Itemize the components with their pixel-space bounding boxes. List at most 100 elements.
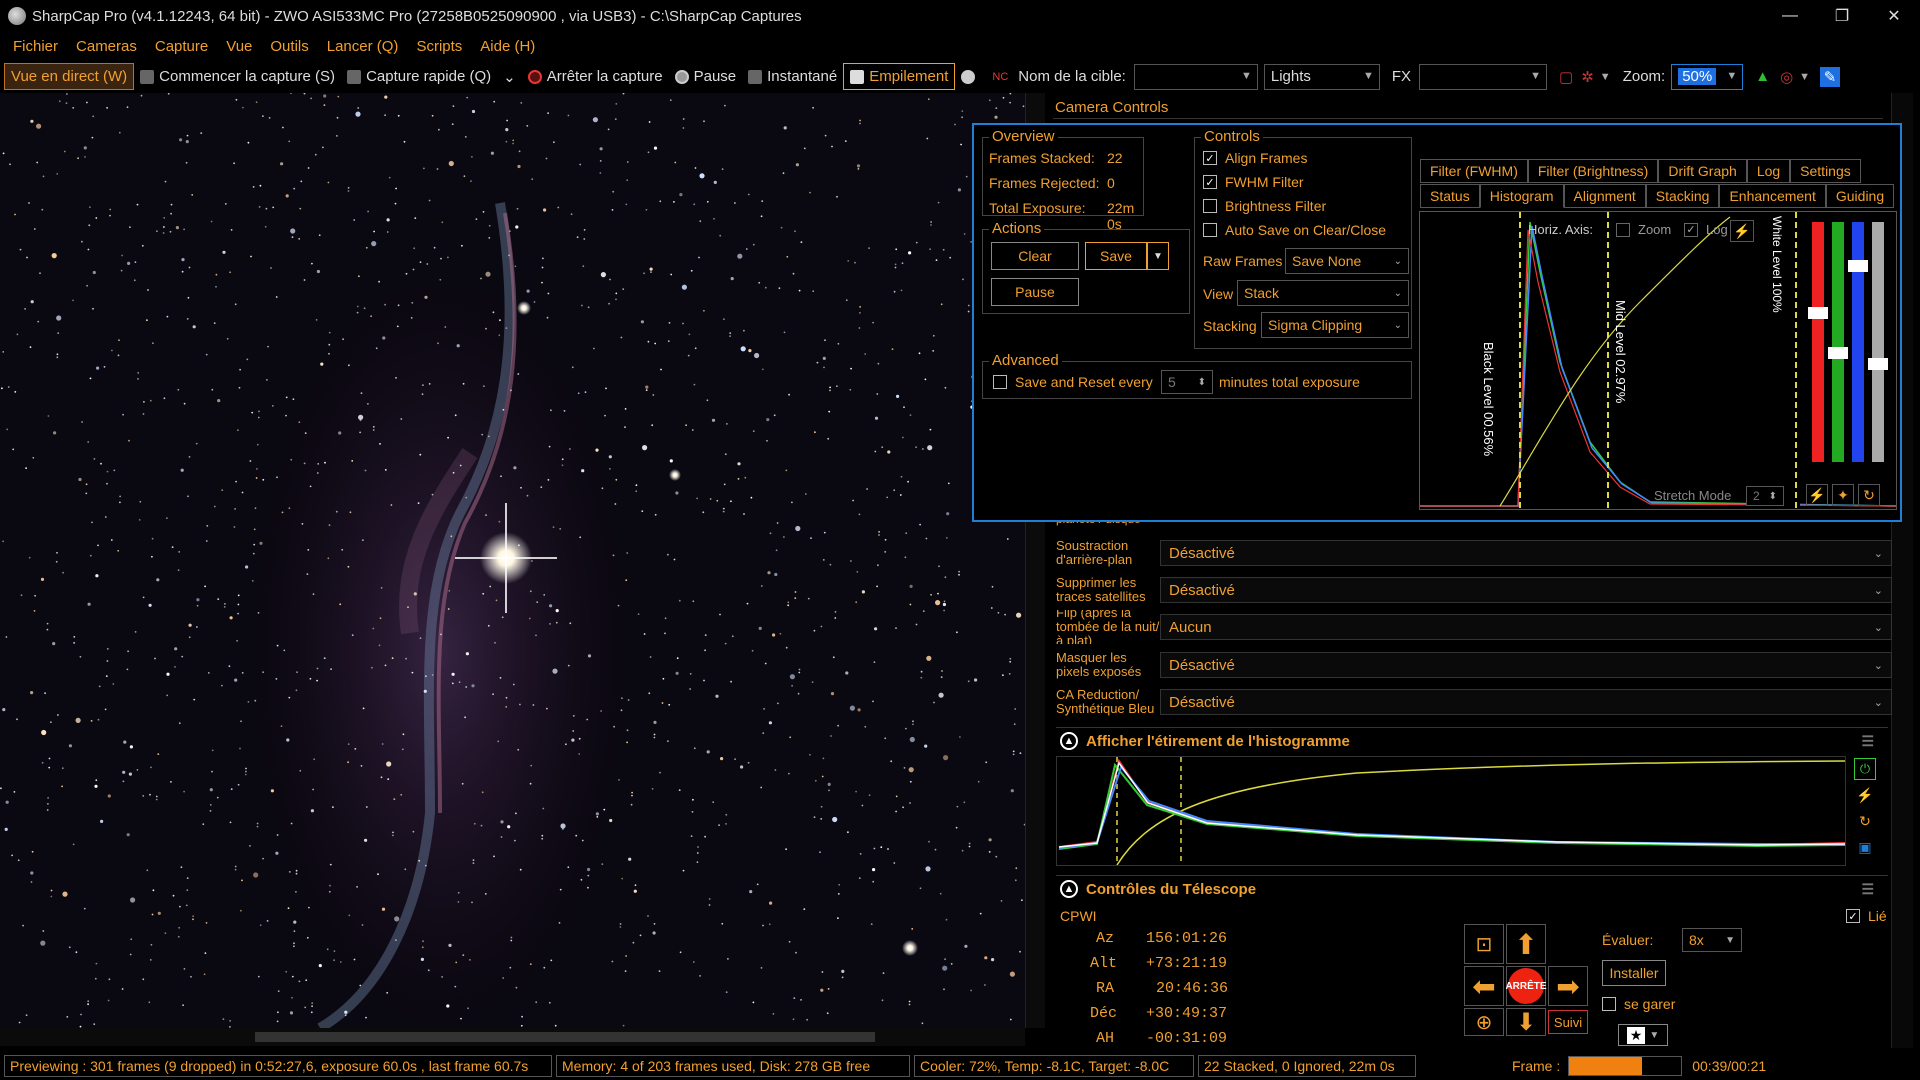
- snapshot-button[interactable]: Instantané: [742, 63, 843, 90]
- brightness-filter-checkbox[interactable]: Brightness Filter: [1203, 198, 1326, 214]
- stacking-histogram[interactable]: Horiz. Axis: Zoom ✓ Log ⚡ Black Level 00.…: [1419, 211, 1897, 510]
- pause-button[interactable]: Pause: [669, 63, 743, 90]
- menu-vue[interactable]: Vue: [217, 38, 261, 55]
- spinner-icon[interactable]: ⬍: [1198, 377, 1206, 388]
- chevron-up-icon[interactable]: ▲: [1060, 880, 1078, 898]
- viewer-horizontal-scrollbar[interactable]: [0, 1028, 1025, 1046]
- log-checkbox[interactable]: ✓ Log: [1684, 222, 1728, 237]
- chevron-up-icon[interactable]: ▲: [1060, 732, 1078, 750]
- quick-capture-dropdown[interactable]: ⌄: [497, 63, 522, 90]
- menu-lancer[interactable]: Lancer (Q): [318, 38, 408, 55]
- chevron-down-icon[interactable]: ▼: [1600, 71, 1611, 83]
- flat-flip-select[interactable]: Aucun ⌄: [1160, 614, 1892, 640]
- fx-combo[interactable]: ▼: [1419, 63, 1548, 90]
- zoom-combo[interactable]: 50% ▼: [1671, 63, 1744, 90]
- chevron-down-icon[interactable]: ▼: [1799, 71, 1810, 83]
- stop-button[interactable]: ARRÊTE: [1505, 966, 1547, 1006]
- lightning-icon[interactable]: ⚡: [1806, 484, 1828, 506]
- reticle-icon[interactable]: ✲: [1581, 68, 1594, 86]
- focus-icon[interactable]: ◎: [1780, 68, 1793, 86]
- stretch-mode-input[interactable]: 2 ⬍: [1746, 486, 1784, 506]
- raw-frames-select[interactable]: Save None ⌄: [1285, 248, 1409, 274]
- live-view-button[interactable]: Vue en direct (W): [4, 63, 135, 90]
- tab-filter-fwhm[interactable]: Filter (FWHM): [1420, 159, 1528, 183]
- blue-slider-handle[interactable]: [1848, 260, 1868, 272]
- menu-outils[interactable]: Outils: [261, 38, 317, 55]
- histogram-icon[interactable]: ▲: [1755, 68, 1770, 85]
- star-select-button[interactable]: ★ ▼: [1618, 1024, 1668, 1046]
- save-button[interactable]: Save: [1085, 242, 1147, 270]
- tab-stacking[interactable]: Stacking: [1645, 184, 1720, 208]
- menu-cameras[interactable]: Cameras: [67, 38, 146, 55]
- save-reset-checkbox[interactable]: Save and Reset every: [993, 374, 1153, 390]
- quick-capture-button[interactable]: Capture rapide (Q): [341, 63, 497, 90]
- luma-slider-handle[interactable]: [1868, 358, 1888, 370]
- record-button[interactable]: [955, 63, 986, 90]
- close-button[interactable]: ✕: [1868, 0, 1920, 32]
- scrollbar-thumb[interactable]: [255, 1032, 875, 1042]
- menu-scripts[interactable]: Scripts: [407, 38, 471, 55]
- spinner-icon[interactable]: ⬍: [1769, 491, 1777, 502]
- satellite-trails-select[interactable]: Désactivé ⌄: [1160, 577, 1892, 603]
- move-down-button[interactable]: ⬇: [1506, 1008, 1546, 1036]
- eyedropper-icon[interactable]: ✎: [1820, 66, 1841, 87]
- stacking-button[interactable]: Empilement: [843, 63, 956, 90]
- background-subtraction-select[interactable]: Désactivé ⌄: [1160, 540, 1892, 566]
- section-header[interactable]: ▲ Afficher l'étirement de l'histogramme …: [1056, 728, 1888, 754]
- tab-enhancement[interactable]: Enhancement: [1719, 184, 1826, 208]
- save-dropdown[interactable]: ▼: [1147, 242, 1169, 270]
- reset-icon[interactable]: ↻: [1858, 484, 1880, 506]
- tab-status[interactable]: Status: [1420, 184, 1480, 208]
- setup-button[interactable]: Installer: [1602, 960, 1666, 986]
- target-name-combo[interactable]: ▼: [1133, 63, 1258, 90]
- red-slider-handle[interactable]: [1808, 307, 1828, 319]
- move-left-button[interactable]: ⬅: [1464, 966, 1504, 1006]
- image-viewer[interactable]: [0, 93, 1025, 1028]
- pause-stack-button[interactable]: Pause: [991, 278, 1079, 306]
- histogram-stretch-graph[interactable]: [1056, 756, 1846, 866]
- zoom-checkbox[interactable]: Zoom: [1616, 222, 1671, 237]
- lightning-icon[interactable]: ⚡: [1730, 220, 1754, 242]
- tab-log[interactable]: Log: [1746, 159, 1791, 183]
- target-icon[interactable]: ⊕: [1464, 1008, 1504, 1036]
- tab-guiding[interactable]: Guiding: [1825, 184, 1895, 208]
- menu-aide[interactable]: Aide (H): [471, 38, 544, 55]
- rate-select[interactable]: 8x ▼: [1682, 928, 1742, 952]
- tab-alignment[interactable]: Alignment: [1563, 184, 1646, 208]
- auto-save-checkbox[interactable]: Auto Save on Clear/Close: [1203, 222, 1386, 238]
- mask-exposed-pixels-select[interactable]: Désactivé ⌄: [1160, 652, 1892, 678]
- power-icon[interactable]: ⏻: [1854, 758, 1876, 780]
- save-reset-minutes-input[interactable]: 5 ⬍: [1161, 370, 1213, 394]
- tab-histogram[interactable]: Histogram: [1479, 184, 1564, 208]
- menu-fichier[interactable]: Fichier: [4, 38, 67, 55]
- tracking-button[interactable]: Suivi: [1548, 1010, 1588, 1034]
- ca-reduction-select[interactable]: Désactivé ⌄: [1160, 689, 1892, 715]
- goto-icon[interactable]: ⊡: [1464, 924, 1504, 964]
- lightning-icon[interactable]: ⚡: [1854, 784, 1876, 806]
- stop-capture-button[interactable]: Arrêter la capture: [522, 63, 669, 90]
- no-capture-icon[interactable]: NC: [986, 63, 1014, 90]
- park-checkbox[interactable]: se garer: [1602, 996, 1675, 1012]
- tab-filter-brightness[interactable]: Filter (Brightness): [1527, 159, 1659, 183]
- minimize-button[interactable]: —: [1764, 0, 1816, 32]
- view-select[interactable]: Stack ⌄: [1237, 280, 1409, 306]
- crop-icon[interactable]: ▢: [1559, 68, 1573, 86]
- tab-drift-graph[interactable]: Drift Graph: [1658, 159, 1747, 183]
- fwhm-filter-checkbox[interactable]: ✓ FWHM Filter: [1203, 174, 1304, 190]
- grip-icon[interactable]: ☰: [1861, 733, 1874, 750]
- frame-type-combo[interactable]: Lights ▼: [1263, 63, 1380, 90]
- stacking-mode-select[interactable]: Sigma Clipping ⌄: [1261, 312, 1409, 338]
- clear-button[interactable]: Clear: [991, 242, 1079, 270]
- menu-capture[interactable]: Capture: [146, 38, 217, 55]
- start-capture-button[interactable]: Commencer la capture (S): [134, 63, 341, 90]
- grip-icon[interactable]: ☰: [1861, 881, 1874, 898]
- move-up-button[interactable]: ⬆: [1506, 924, 1546, 964]
- green-slider-handle[interactable]: [1828, 347, 1848, 359]
- linked-checkbox[interactable]: ✓ Lié: [1846, 908, 1887, 924]
- sparkle-icon[interactable]: ✦: [1832, 484, 1854, 506]
- tab-settings[interactable]: Settings: [1790, 159, 1861, 183]
- move-right-button[interactable]: ➡: [1548, 966, 1588, 1006]
- section-header[interactable]: ▲ Contrôles du Télescope ☰: [1056, 876, 1888, 902]
- align-frames-checkbox[interactable]: ✓ Align Frames: [1203, 150, 1307, 166]
- maximize-button[interactable]: ❐: [1816, 0, 1868, 32]
